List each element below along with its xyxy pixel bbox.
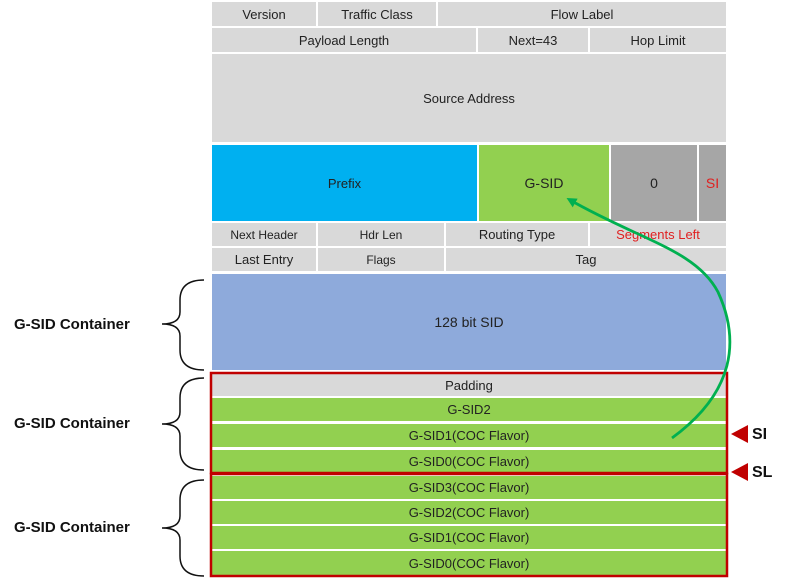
diagram-overlay <box>161 198 748 578</box>
container3-frame <box>209 472 729 578</box>
brace-2 <box>161 377 205 471</box>
sl-pointer-icon <box>731 463 748 481</box>
copy-arrow <box>566 198 732 440</box>
brace-3 <box>161 479 205 577</box>
si-pointer-icon <box>731 425 748 443</box>
container2-frame <box>209 371 729 475</box>
brace-1 <box>161 279 205 371</box>
